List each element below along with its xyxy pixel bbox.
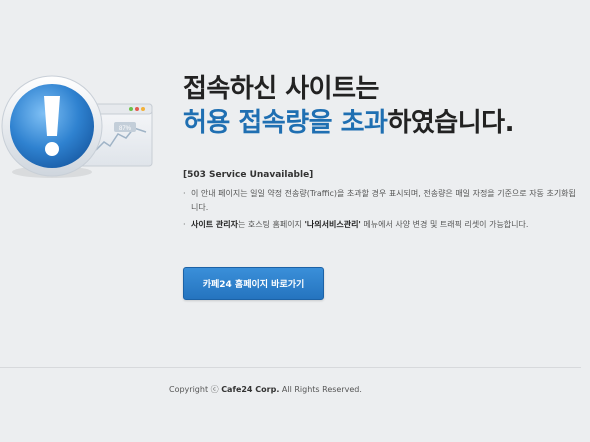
footer-company: Cafe24 Corp. xyxy=(221,385,280,394)
footer-suffix: All Rights Reserved. xyxy=(279,385,362,394)
title-highlight: 허용 접속량을 초과 xyxy=(183,108,388,138)
notice-text: 메뉴에서 사양 변경 및 트래픽 리셋이 가능합니다. xyxy=(360,220,529,229)
title-line-2: 허용 접속량을 초과하였습니다. xyxy=(183,106,583,140)
notice-bold: 사이트 관리자 xyxy=(191,220,238,229)
error-illustration: 87% xyxy=(0,72,160,182)
footer-copyright: Copyright ⓒ Cafe24 Corp. All Rights Rese… xyxy=(169,384,362,395)
window-badge: 87% xyxy=(119,126,132,132)
bullet: · xyxy=(183,220,186,229)
notice-item: · 이 안내 페이지는 일일 약정 전송량(Traffic)을 초과할 경우 표… xyxy=(183,187,578,215)
page-title: 접속하신 사이트는 허용 접속량을 초과하였습니다. xyxy=(183,72,583,140)
notice-item: · 사이트 관리자는 호스팅 홈페이지 '나의서비스관리' 메뉴에서 사양 변경… xyxy=(183,218,578,232)
notice-text: 는 호스팅 홈페이지 xyxy=(237,220,305,229)
bullet: · xyxy=(183,189,186,198)
notice-list: · 이 안내 페이지는 일일 약정 전송량(Traffic)을 초과할 경우 표… xyxy=(183,187,578,235)
status-code: [503 Service Unavailable] xyxy=(183,170,314,180)
title-rest: 하였습니다. xyxy=(387,108,514,138)
title-line-1: 접속하신 사이트는 xyxy=(183,74,379,104)
footer-prefix: Copyright ⓒ xyxy=(169,385,222,394)
home-button[interactable]: 카페24 홈페이지 바로가기 xyxy=(183,267,324,300)
notice-text: 이 안내 페이지는 일일 약정 전송량(Traffic)을 초과할 경우 표시되… xyxy=(191,189,576,212)
footer-divider xyxy=(0,367,581,368)
notice-bold: '나의서비스관리' xyxy=(304,220,361,229)
